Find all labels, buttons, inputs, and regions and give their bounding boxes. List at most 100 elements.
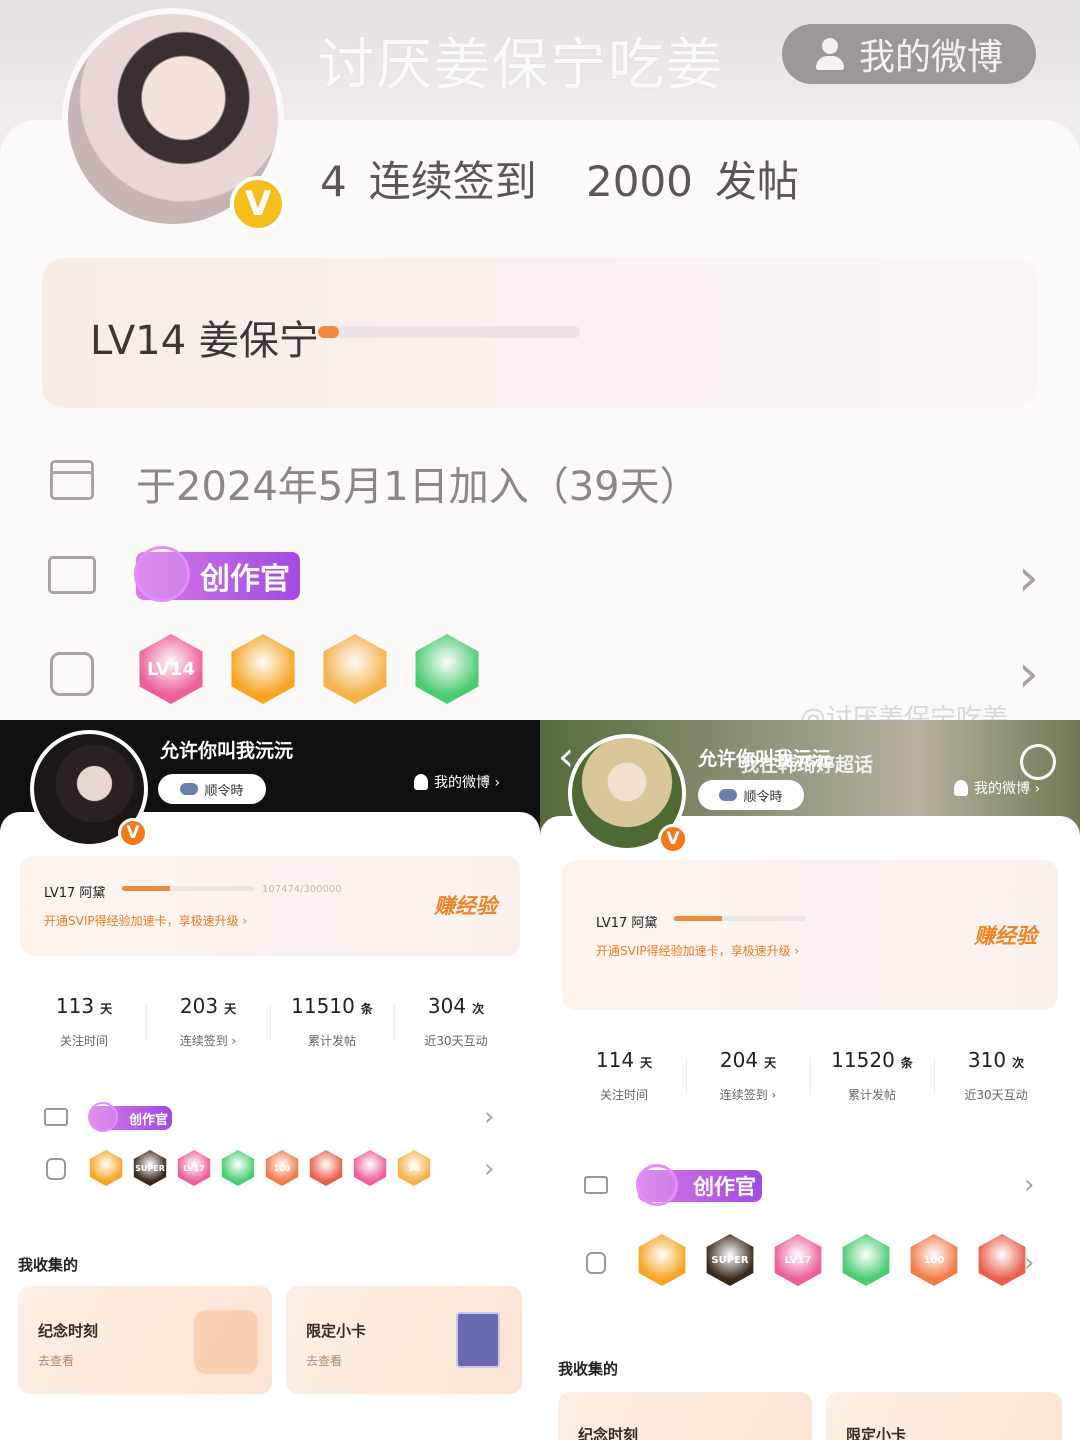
my-weibo-label: 我的微博 › <box>974 781 1041 797</box>
creator-swirl-icon <box>636 1164 678 1206</box>
chevron-right-icon[interactable]: › <box>1024 1248 1034 1278</box>
photocard-icon <box>456 1312 500 1368</box>
group-tag[interactable]: 顺令時 <box>158 774 266 804</box>
username: 允许你叫我沅沅 <box>160 740 294 762</box>
stat-unit: 天 <box>640 1056 653 1070</box>
stat-number: 304 <box>427 994 467 1018</box>
level-progress-bar <box>318 326 580 338</box>
creator-swirl-icon <box>88 1102 118 1132</box>
level-text: LV14 姜保宁 <box>90 318 319 364</box>
collection-card-title: 纪念时刻 <box>578 1426 639 1440</box>
person-icon <box>815 38 845 70</box>
stat-value: 4 <box>320 157 347 206</box>
stat-divider <box>270 1004 271 1040</box>
collection-card-limited[interactable]: 限定小卡 去查看 <box>286 1286 522 1394</box>
stat-number: 310 <box>967 1048 1007 1072</box>
stat-unit: 天 <box>224 1002 237 1016</box>
username: 讨厌姜保宁吃姜 <box>318 33 724 98</box>
stat-label: 连续签到 › <box>179 1034 237 1048</box>
stat-label: 近30天互动 <box>964 1088 1028 1102</box>
stat-column[interactable]: 204 天连续签到 › <box>686 1048 810 1103</box>
level-progress-fill <box>674 916 722 921</box>
collection-card-limited[interactable]: 限定小卡 <box>826 1392 1062 1440</box>
stat-label: 关注时间 <box>59 1034 108 1048</box>
chevron-right-icon[interactable]: › <box>1024 1170 1034 1200</box>
level-count: 107474/300000 <box>262 884 342 895</box>
collection-card-sub: 去查看 <box>306 1354 343 1368</box>
collection-title: 我收集的 <box>18 1256 79 1274</box>
stat-number: 203 <box>179 994 219 1018</box>
stat-posts: 2000 发帖 <box>586 148 799 209</box>
chevron-right-icon[interactable]: › <box>484 1154 494 1184</box>
stat-divider <box>934 1058 935 1094</box>
cloud-icon <box>719 789 738 801</box>
person-icon <box>954 780 968 796</box>
level-text: LV17 阿黛 <box>44 886 106 901</box>
creator-badge[interactable]: 创作官 <box>134 546 300 602</box>
stat-label: 累计发帖 <box>307 1034 356 1048</box>
my-weibo-label: 我的微博 › <box>434 775 501 791</box>
stat-unit: 天 <box>764 1056 777 1070</box>
stat-divider <box>810 1058 811 1094</box>
stat-label: 关注时间 <box>599 1088 648 1102</box>
id-card-icon <box>44 1108 68 1126</box>
stat-number: 11510 <box>291 994 355 1018</box>
creator-label: 创作官 <box>200 562 290 597</box>
chevron-right-icon[interactable]: › <box>1018 548 1039 608</box>
stat-divider <box>686 1058 687 1094</box>
creator-label: 创作官 <box>128 1112 168 1128</box>
creator-swirl-icon <box>134 546 190 602</box>
creator-badge[interactable]: 创作官 <box>636 1164 762 1206</box>
collection-card-memorial[interactable]: 纪念时刻 去查看 <box>18 1286 272 1394</box>
stat-column: 113 天关注时间 <box>22 994 146 1049</box>
left-panel: V 允许你叫我沅沅 顺令時 我的微博 › LV17 阿黛 107474/3000… <box>0 720 540 1440</box>
earn-exp-button[interactable]: 赚经验 <box>434 890 497 920</box>
group-tag-label: 顺令時 <box>204 783 244 799</box>
person-icon <box>414 774 428 790</box>
stat-label: 连续签到 <box>368 157 537 206</box>
level-progress-bar <box>122 886 254 891</box>
verified-badge-icon: V <box>118 818 148 848</box>
stat-checkin: 4 连续签到 <box>320 148 537 209</box>
group-tag-label: 顺令時 <box>743 789 783 805</box>
stat-unit: 次 <box>1012 1056 1025 1070</box>
level-progress-fill <box>318 326 339 338</box>
level-progress-bar <box>674 916 806 921</box>
creator-badge[interactable]: 创作官 <box>88 1102 172 1132</box>
my-weibo-link[interactable]: 我的微博 › <box>954 778 1040 798</box>
group-tag[interactable]: 顺令時 <box>698 780 804 810</box>
medal-outline-icon <box>50 652 94 696</box>
chevron-right-icon[interactable]: › <box>1018 644 1039 704</box>
stat-unit: 次 <box>472 1002 485 1016</box>
my-weibo-label: 我的微博 <box>858 37 1003 78</box>
medal-outline-icon <box>586 1252 606 1274</box>
earn-exp-button[interactable]: 赚经验 <box>974 920 1037 950</box>
cloud-icon <box>180 783 199 795</box>
my-weibo-button[interactable]: 我的微博 <box>782 24 1036 84</box>
settings-gear-icon[interactable] <box>1020 744 1056 780</box>
stat-number: 113 <box>55 994 95 1018</box>
verified-badge-icon: V <box>230 176 286 232</box>
stat-label: 发帖 <box>714 157 799 206</box>
stat-column: 11510 条累计发帖 <box>270 994 394 1049</box>
svip-tip-link[interactable]: 开通SVIP得经验加速卡，享极速升级 › <box>44 912 247 929</box>
creator-label: 创作官 <box>693 1175 756 1199</box>
join-date-text: 于2024年5月1日加入（39天） <box>136 464 700 510</box>
collection-title: 我收集的 <box>558 1360 619 1378</box>
collection-card-memorial[interactable]: 纪念时刻 <box>558 1392 812 1440</box>
level-progress-fill <box>122 886 170 891</box>
svip-tip-link[interactable]: 开通SVIP得经验加速卡，享极速升级 › <box>596 942 799 959</box>
stat-value: 2000 <box>586 157 693 206</box>
stat-column[interactable]: 203 天连续签到 › <box>146 994 270 1049</box>
top-panel: V 讨厌姜保宁吃姜 我的微博 4 连续签到 2000 发帖 LV14 姜保宁 于20… <box>0 0 1080 720</box>
level-text: LV17 阿黛 <box>596 916 658 931</box>
stat-column: 304 次近30天互动 <box>394 994 518 1049</box>
stat-label: 近30天互动 <box>424 1034 488 1048</box>
stat-column: 11520 条累计发帖 <box>810 1048 934 1103</box>
stat-divider <box>394 1004 395 1040</box>
supertopic-title: 我在韩琦婷超话 <box>740 754 874 776</box>
calendar-icon <box>50 460 94 500</box>
my-weibo-link[interactable]: 我的微博 › <box>414 772 500 792</box>
stat-column: 310 次近30天互动 <box>934 1048 1058 1103</box>
chevron-right-icon[interactable]: › <box>484 1102 494 1132</box>
